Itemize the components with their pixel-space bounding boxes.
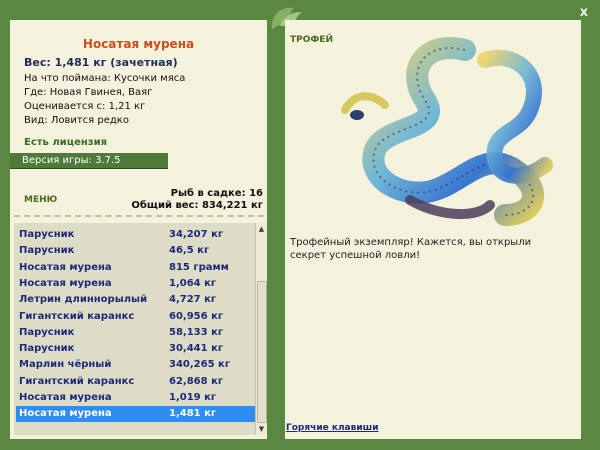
- catch-list-row[interactable]: Носатая мурена 815 грамм: [16, 260, 255, 276]
- catch-fish-name: Носатая мурена: [19, 408, 112, 420]
- catch-fish-weight: 815 грамм: [169, 261, 229, 273]
- trophy-message: Трофейный экземпляр! Кажется, вы открыли…: [290, 237, 532, 261]
- catch-list-row[interactable]: Парусник 34,207 кг: [16, 227, 255, 243]
- catch-list-row[interactable]: Парусник 58,133 кг: [16, 325, 255, 341]
- catch-list-row[interactable]: Парусник 46,5 кг: [16, 243, 255, 259]
- catch-list-row[interactable]: Марлин чёрный 340,265 кг: [16, 357, 255, 373]
- catch-list-row[interactable]: Носатая мурена 1,019 кг: [16, 390, 255, 406]
- menu-button[interactable]: МЕНЮ: [24, 195, 57, 205]
- fish-weight: Вес: 1,481 кг (зачетная): [24, 56, 178, 69]
- catch-fish-name: Носатая мурена: [19, 277, 112, 289]
- catch-list: Парусник 34,207 кг Парусник 46,5 кг Носатая …: [14, 223, 255, 435]
- catch-fish-name: Носатая мурена: [19, 261, 112, 273]
- trophy-panel: ТРОФЕЙ Трофейный экземпляр! Кажется, вы …: [285, 20, 581, 439]
- catch-fish-weight: 46,5 кг: [169, 245, 210, 257]
- bait-info: На что поймана: Кусочки мяса: [24, 73, 186, 84]
- catch-fish-name: Марлин чёрный: [19, 359, 112, 371]
- catch-fish-name: Парусник: [19, 229, 75, 240]
- license-status: Есть лицензия: [24, 137, 108, 148]
- fish-info-panel: Носатая мурена Вес: 1,481 кг (зачетная) …: [10, 20, 267, 439]
- catch-fish-name: Парусник: [19, 245, 75, 257]
- catch-fish-weight: 60,956 кг: [169, 310, 224, 322]
- eel-trophy-image: [341, 37, 553, 226]
- scroll-thumb[interactable]: [257, 281, 267, 423]
- catch-fish-weight: 58,133 кг: [169, 326, 224, 338]
- hotkeys-link[interactable]: Горячие клавиши: [286, 423, 379, 433]
- divider: [14, 215, 264, 217]
- catch-fish-weight: 1,064 кг: [169, 277, 217, 289]
- catch-list-row[interactable]: Парусник 30,441 кг: [16, 341, 255, 357]
- scroll-down-icon[interactable]: ▼: [256, 424, 267, 434]
- catch-list-row[interactable]: Носатая мурена 1,064 кг: [16, 276, 255, 292]
- catch-fish-name: Носатая мурена: [19, 392, 112, 403]
- catch-list-row[interactable]: Летрин длиннорылый 4,727 кг: [16, 292, 255, 308]
- scroll-up-icon[interactable]: ▲: [256, 224, 267, 234]
- catch-fish-weight: 62,868 кг: [169, 375, 224, 387]
- keepnet-stats: Рыб в садке: 16 Общий вес: 834,221 кг: [131, 188, 263, 212]
- threshold-info: Оценивается с: 1,21 кг: [24, 101, 146, 112]
- rarity-info: Вид: Ловится редко: [24, 115, 129, 126]
- close-button[interactable]: x: [576, 5, 592, 21]
- catch-fish-weight: 30,441 кг: [169, 343, 224, 355]
- catch-list-row[interactable]: Гигантский каранкс 60,956 кг: [16, 309, 255, 325]
- catch-fish-name: Парусник: [19, 343, 75, 355]
- catch-fish-name: Гигантский каранкс: [19, 310, 135, 322]
- catch-list-row[interactable]: Гигантский каранкс 62,868 кг: [16, 374, 255, 390]
- total-weight: Общий вес: 834,221 кг: [131, 200, 263, 211]
- catch-fish-name: Гигантский каранкс: [19, 375, 135, 387]
- fish-details: На что поймана: Кусочки мяса Где: Новая …: [24, 72, 185, 128]
- catch-list-row[interactable]: Носатая мурена 1,481 кг: [16, 406, 255, 423]
- catch-fish-weight: 4,727 кг: [169, 294, 217, 306]
- catch-list-scrollbar[interactable]: ▲ ▼: [255, 223, 267, 435]
- version-bar: Версия игры: 3.7.5: [10, 153, 168, 169]
- catch-fish-weight: 340,265 кг: [169, 359, 231, 371]
- catch-fish-name: Летрин длиннорылый: [19, 294, 148, 306]
- catch-fish-name: Парусник: [19, 326, 75, 338]
- fish-count: Рыб в садке: 16: [170, 188, 263, 199]
- catch-fish-weight: 1,019 кг: [169, 392, 217, 403]
- fish-title: Носатая мурена: [82, 37, 195, 51]
- catch-fish-weight: 1,481 кг: [169, 408, 217, 420]
- catch-fish-weight: 34,207 кг: [169, 229, 224, 240]
- location-info: Где: Новая Гвинея, Ваяг: [24, 87, 153, 98]
